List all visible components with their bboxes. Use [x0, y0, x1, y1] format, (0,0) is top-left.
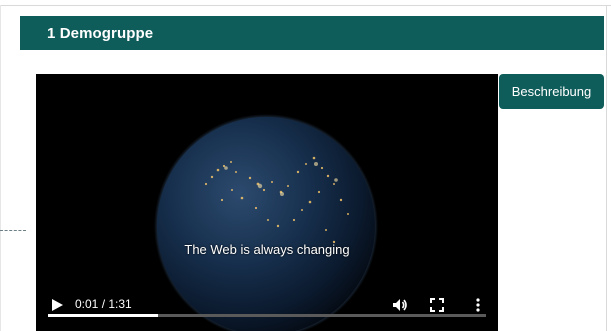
play-icon[interactable] — [50, 298, 64, 312]
frame-border-right — [606, 5, 607, 331]
video-caption: The Web is always changing — [184, 242, 350, 257]
frame-border-left — [0, 5, 1, 331]
section-title: 1 Demogruppe — [47, 24, 154, 42]
fullscreen-icon[interactable] — [428, 296, 446, 314]
video-progress-fill — [48, 314, 158, 317]
volume-icon[interactable] — [391, 296, 409, 314]
frame-border-top — [0, 5, 611, 6]
beschreibung-button[interactable]: Beschreibung — [499, 74, 604, 109]
more-options-icon[interactable] — [469, 296, 487, 314]
section-header: 1 Demogruppe — [20, 16, 604, 50]
dashed-guide-line — [0, 230, 26, 231]
video-progress-bar[interactable] — [48, 314, 486, 317]
video-time: 0:01 / 1:31 — [75, 297, 132, 311]
video-player[interactable]: The Web is always changing 0:01 / 1:31 — [36, 74, 498, 331]
video-controls: 0:01 / 1:31 — [36, 284, 498, 331]
